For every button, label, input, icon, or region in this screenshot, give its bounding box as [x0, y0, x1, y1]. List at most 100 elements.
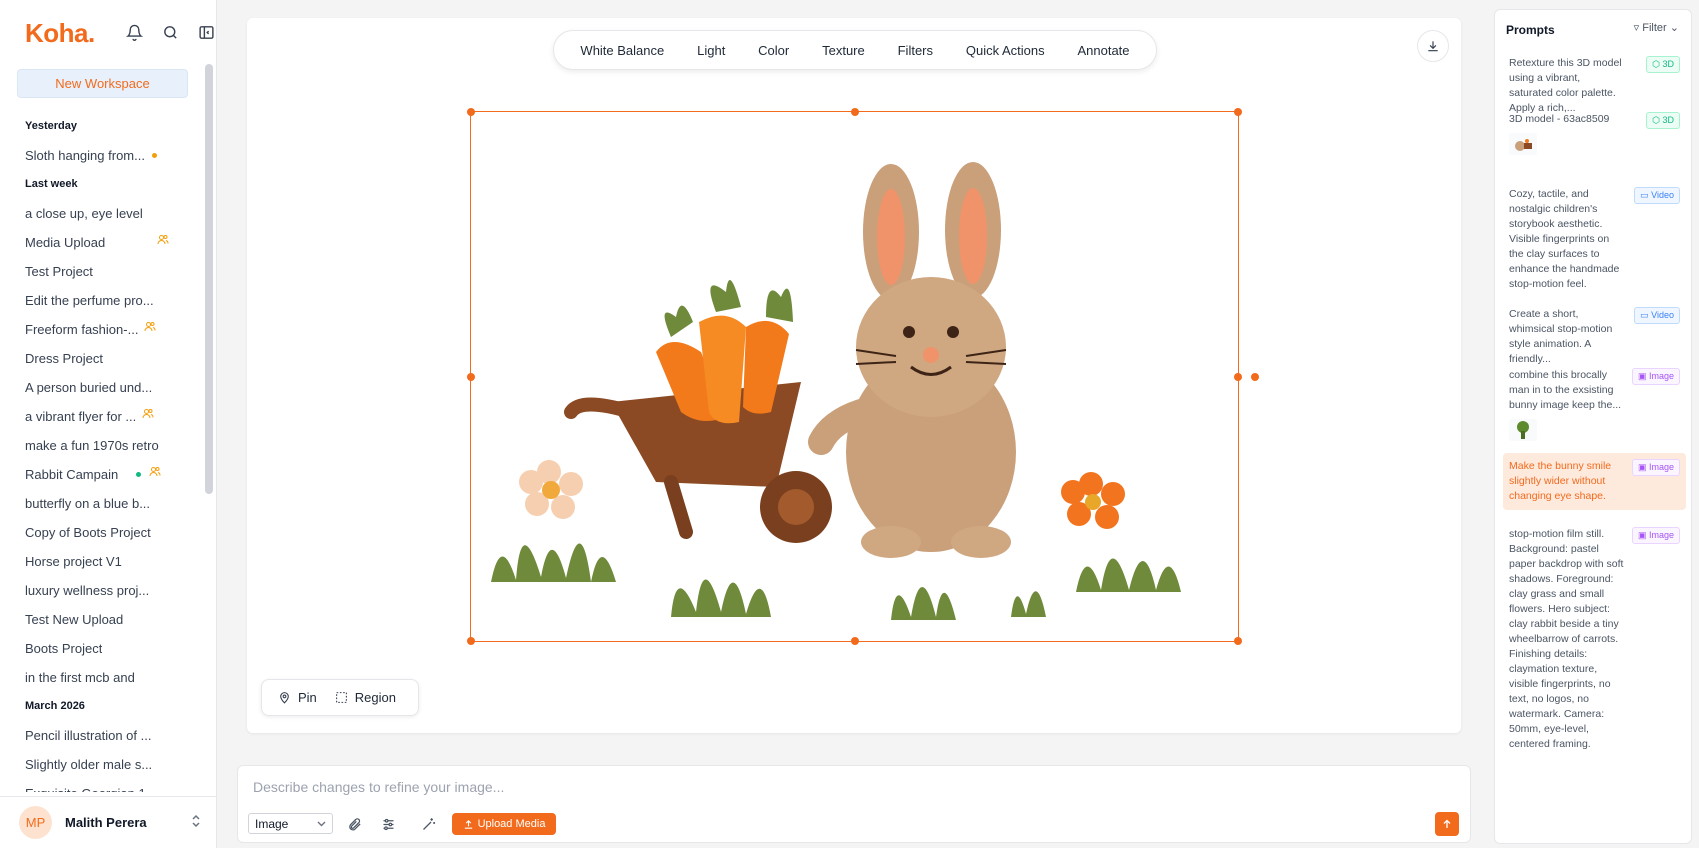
toolbar-quick-actions[interactable]: Quick Actions [960, 43, 1051, 58]
history-item[interactable]: make a fun 1970s retro [0, 431, 200, 460]
history-item[interactable]: Test New Upload [0, 605, 200, 634]
history-item-label: Media Upload [25, 235, 106, 250]
history-item-label: butterfly on a blue b... [25, 496, 151, 511]
history-item[interactable]: Pencil illustration of ... [0, 721, 200, 750]
prompt-item-active[interactable]: Make the bunny smile slightly wider with… [1503, 453, 1686, 510]
prompt-thumbnail[interactable] [1509, 133, 1537, 155]
toolbar-annotate[interactable]: Annotate [1071, 43, 1135, 58]
history-item[interactable]: Media Upload [0, 228, 200, 257]
history-item[interactable]: a close up, eye level [0, 199, 200, 228]
resize-handle-left[interactable] [467, 373, 475, 381]
toolbar-filters[interactable]: Filters [892, 43, 939, 58]
badge-video: ▭ Video [1634, 187, 1680, 204]
prompt-thumbnail[interactable] [1509, 419, 1537, 441]
magic-wand-icon[interactable] [418, 814, 438, 834]
arrow-up-icon [1443, 819, 1451, 828]
resize-handle-tl[interactable] [467, 108, 475, 116]
status-dot [151, 153, 157, 158]
send-button[interactable] [1435, 812, 1459, 836]
sidebar-scrollbar[interactable] [205, 64, 213, 494]
new-workspace-button[interactable]: New Workspace [17, 69, 188, 98]
resize-handle-tr[interactable] [1234, 108, 1242, 116]
selected-image[interactable] [467, 108, 1259, 645]
app-root: Koha. New Workspace Yesterday Sloth hangi… [0, 0, 1699, 848]
region-label: Region [354, 690, 396, 705]
resize-handle-top[interactable] [851, 108, 859, 116]
toolbar-light[interactable]: Light [691, 43, 731, 58]
sidebar: Koha. New Workspace Yesterday Sloth hangi… [0, 0, 217, 848]
prompt-text: combine this brocally man in to the exsi… [1509, 369, 1622, 411]
history-item-label: Boots Project [25, 641, 103, 656]
resize-handle-br[interactable] [1234, 637, 1242, 645]
badge-video: ▭ Video [1634, 307, 1680, 324]
history-item-label: Slightly older male s... [25, 757, 153, 772]
pin-label: Pin [298, 690, 317, 705]
region-button[interactable]: Region [335, 690, 396, 705]
history-item[interactable]: a vibrant flyer for ... [0, 402, 200, 431]
history-item[interactable]: Rabbit Campain [0, 460, 200, 489]
toolbar-texture[interactable]: Texture [816, 43, 871, 58]
rotate-handle[interactable] [1251, 373, 1259, 381]
history-item[interactable]: Sloth hanging from... [0, 141, 200, 170]
history-item[interactable]: Test Project [0, 257, 200, 286]
resize-handle-bl[interactable] [467, 637, 475, 645]
history-item[interactable]: Dress Project [0, 344, 200, 373]
bell-icon[interactable] [124, 22, 144, 42]
history-item[interactable]: Exquisite Georgian 1... [0, 779, 200, 792]
toolbar-white-balance[interactable]: White Balance [574, 43, 670, 58]
prompt-text: Create a short, whimsical stop-motion st… [1509, 308, 1613, 365]
prompt-input[interactable] [253, 776, 1153, 798]
brand-logo[interactable]: Koha. [25, 18, 95, 49]
shared-users-icon [149, 460, 161, 489]
chevron-updown-icon[interactable] [191, 814, 201, 831]
collapse-sidebar-icon[interactable] [196, 22, 216, 42]
resize-handle-bottom[interactable] [851, 637, 859, 645]
prompt-text: 3D model - 63ac8509 [1509, 113, 1610, 125]
paperclip-icon[interactable] [344, 814, 364, 834]
canvas-panel: White Balance Light Color Texture Filter… [247, 18, 1461, 733]
region-select-icon [335, 692, 347, 703]
badge-3d: ⬡ 3D [1646, 112, 1680, 129]
upload-media-button[interactable]: Upload Media [452, 813, 556, 835]
edit-toolbar: White Balance Light Color Texture Filter… [553, 30, 1157, 70]
prompt-item[interactable]: combine this brocally man in to the exsi… [1503, 362, 1686, 447]
history-item-label: in the first mcb and [25, 670, 135, 685]
history-item-label: Rabbit Campain [25, 467, 119, 482]
history-item[interactable]: in the first mcb and [0, 663, 200, 692]
history-item[interactable]: Edit the perfume pro... [0, 286, 200, 315]
history-item-label: Exquisite Georgian 1... [25, 779, 157, 792]
user-menu[interactable]: MP Malith Perera [0, 796, 217, 848]
shared-users-icon [142, 402, 154, 431]
toolbar-color[interactable]: Color [752, 43, 795, 58]
history-item[interactable]: A person buried und... [0, 373, 200, 402]
filter-label: Filter [1642, 22, 1667, 34]
history-list: Yesterday Sloth hanging from... Last week a… [0, 112, 200, 792]
history-item[interactable]: Freeform fashion-... [0, 315, 200, 344]
search-icon[interactable] [160, 22, 180, 42]
sliders-icon[interactable] [378, 814, 398, 834]
history-item[interactable]: Boots Project [0, 634, 200, 663]
map-pin-icon [280, 692, 289, 704]
shared-users-icon [157, 228, 169, 257]
history-item[interactable]: Horse project V1 [0, 547, 200, 576]
prompt-item[interactable]: Cozy, tactile, and nostalgic children's … [1503, 181, 1686, 298]
download-button[interactable] [1417, 30, 1449, 62]
filter-button[interactable]: ▿ Filter ⌄ [1634, 21, 1679, 34]
history-section-heading: March 2026 [25, 700, 85, 712]
sidebar-top-icons [124, 22, 216, 42]
history-item-label: Sloth hanging from... [25, 148, 145, 163]
history-section-heading: Yesterday [25, 120, 77, 132]
prompt-item[interactable]: 3D model - 63ac8509 ⬡ 3D [1503, 106, 1686, 161]
prompt-item[interactable]: stop-motion film still. Background: past… [1503, 521, 1686, 758]
resize-handle-right[interactable] [1234, 373, 1242, 381]
badge-image: ▣ Image [1631, 527, 1680, 544]
pin-button[interactable]: Pin [278, 690, 317, 705]
history-item[interactable]: luxury wellness proj... [0, 576, 200, 605]
bunny-wheelbarrow-illustration [491, 162, 1181, 620]
mode-select[interactable]: Image [248, 813, 333, 834]
prompts-title: Prompts [1506, 23, 1555, 37]
history-item[interactable]: Copy of Boots Project [0, 518, 200, 547]
history-item[interactable]: butterfly on a blue b... [0, 489, 200, 518]
history-item[interactable]: Slightly older male s... [0, 750, 200, 779]
badge-3d: ⬡ 3D [1646, 56, 1680, 73]
